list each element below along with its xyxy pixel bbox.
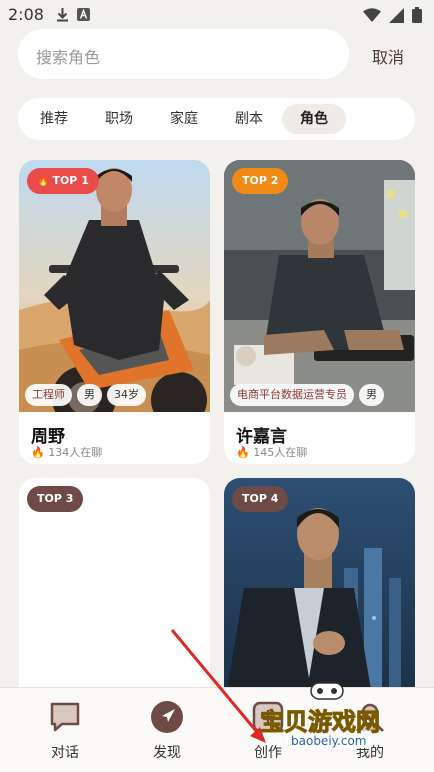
tab-family[interactable]: 家庭: [158, 104, 210, 134]
nav-item-discover[interactable]: 发现: [132, 700, 202, 762]
watermark-title: 宝贝游戏网: [260, 708, 381, 737]
tag-gender: 男: [359, 384, 384, 406]
nav-label: 对话: [51, 745, 79, 761]
category-tabs: 推荐 职场 家庭 剧本 角色: [18, 98, 415, 140]
chat-count: 145人在聊: [253, 446, 308, 459]
watermark-url: baobeiy.com: [286, 734, 372, 748]
character-photo: TOP 4: [224, 478, 415, 708]
tab-workplace[interactable]: 职场: [93, 104, 145, 134]
character-card[interactable]: TOP 2 电商平台数据运营专员 男 许嘉言 🔥 145人在聊: [224, 160, 415, 464]
rank-badge: TOP 4: [232, 486, 289, 512]
tag-age: 34岁: [107, 384, 146, 406]
character-photo: TOP 2 电商平台数据运营专员 男: [224, 160, 415, 412]
status-time: 2:08: [8, 5, 44, 24]
signal-icon: [389, 7, 404, 23]
fire-icon: 🔥: [37, 176, 50, 187]
status-bar: 2:08: [0, 0, 434, 30]
tab-script[interactable]: 剧本: [223, 104, 275, 134]
tag-gender: 男: [77, 384, 102, 406]
compass-icon: [151, 701, 183, 733]
fire-icon: 🔥: [31, 446, 45, 459]
character-card[interactable]: 🔥 TOP 1 工程师 男 34岁 周野 🔥 134人在聊: [19, 160, 210, 464]
tab-recommend[interactable]: 推荐: [28, 104, 80, 134]
nav-item-chat[interactable]: 对话: [30, 700, 100, 762]
tab-character[interactable]: 角色: [282, 104, 346, 134]
character-card[interactable]: TOP 4: [224, 478, 415, 708]
rank-badge: TOP 2: [232, 168, 289, 194]
chat-bubble-icon: [50, 702, 80, 732]
gamepad-icon: [310, 682, 344, 700]
cancel-button[interactable]: 取消: [372, 44, 404, 68]
text-a-icon: [77, 8, 90, 21]
rank-badge: TOP 3: [27, 486, 84, 512]
character-photo: 🔥 TOP 1 工程师 男 34岁: [19, 160, 210, 412]
download-icon: [57, 8, 68, 22]
character-card[interactable]: TOP 3: [19, 478, 210, 708]
tag-profession: 电商平台数据运营专员: [230, 384, 354, 406]
search-placeholder: 搜索角色: [36, 48, 101, 67]
fire-icon: 🔥: [236, 446, 250, 459]
chat-count: 134人在聊: [48, 446, 103, 459]
search-input[interactable]: 搜索角色: [18, 29, 349, 79]
battery-icon: [412, 7, 422, 23]
rank-badge: 🔥 TOP 1: [27, 168, 99, 194]
tag-profession: 工程师: [25, 384, 72, 406]
nav-label: 发现: [153, 745, 181, 761]
wifi-icon: [363, 8, 381, 22]
